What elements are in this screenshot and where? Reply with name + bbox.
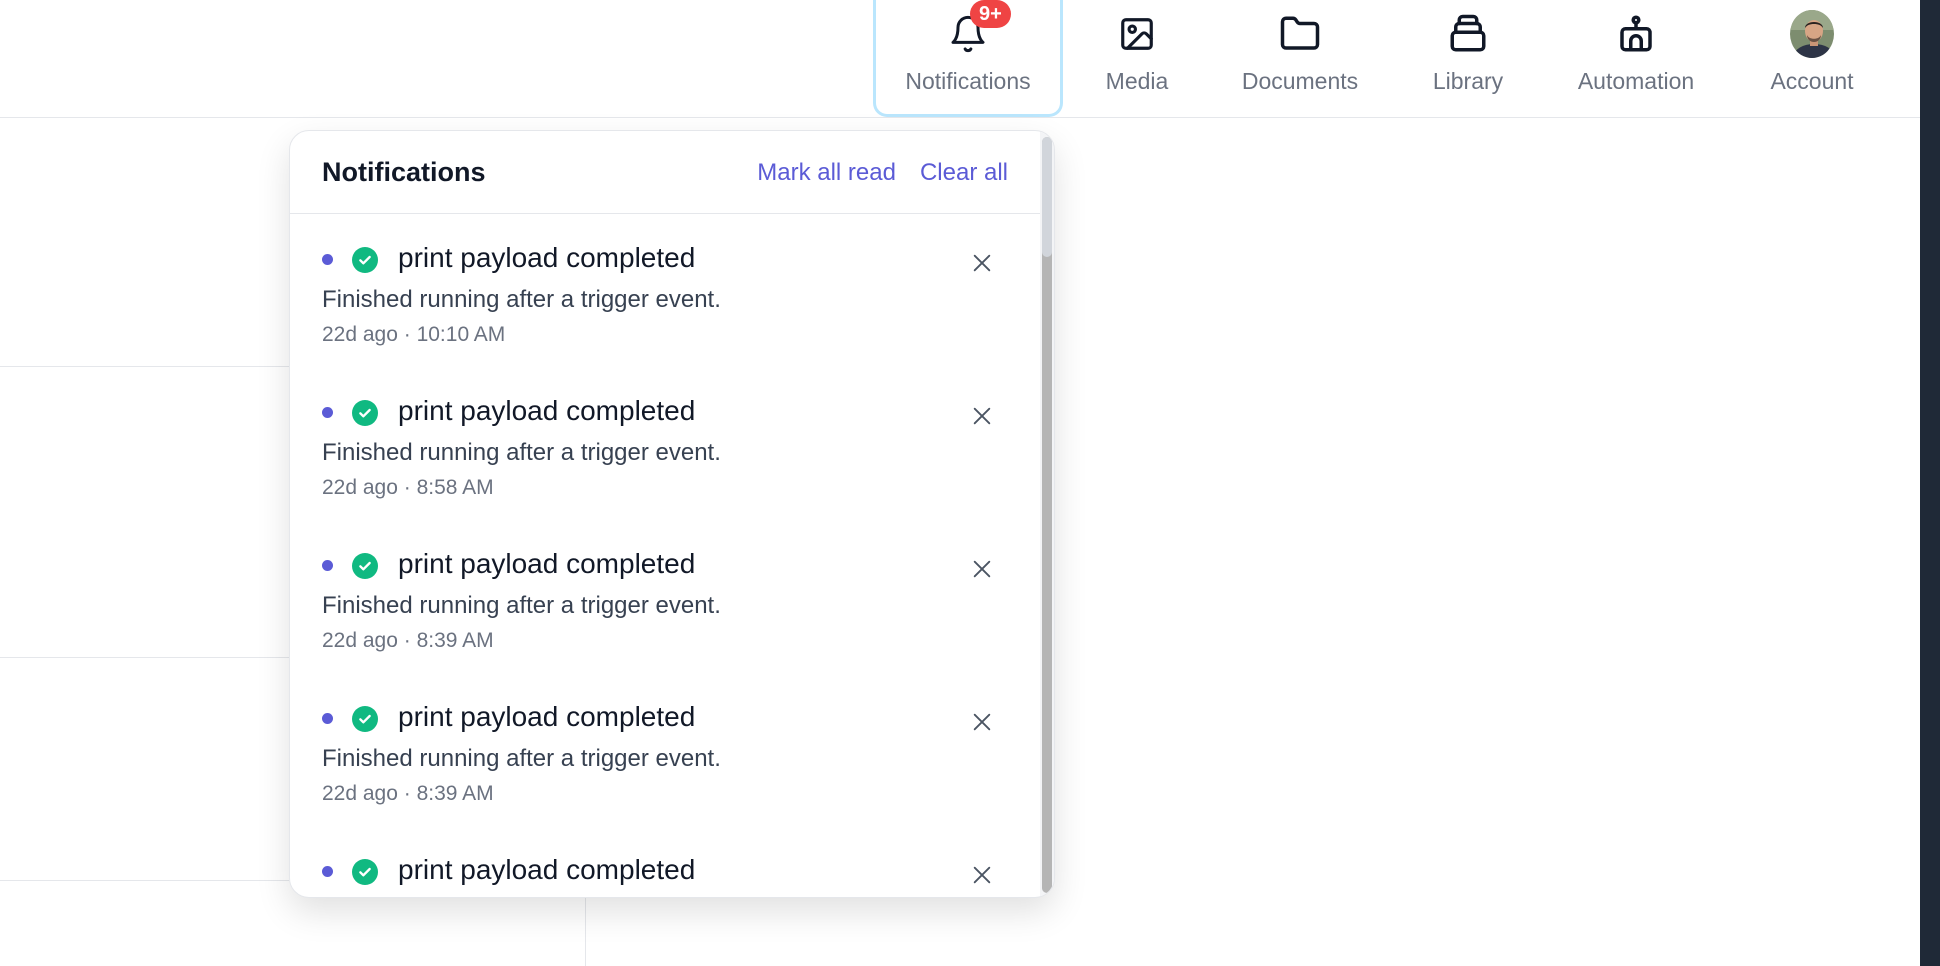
unread-indicator [322, 866, 333, 877]
notification-time: 22d ago · 10:10 AM [322, 323, 506, 346]
notification-body: Finished running after a trigger event. [322, 745, 721, 772]
nav-library[interactable]: Library [1413, 0, 1523, 117]
success-check-icon [352, 400, 378, 426]
unread-indicator [322, 254, 333, 265]
notification-item[interactable]: print payload completed Finished running… [290, 367, 1040, 520]
image-icon [1115, 12, 1159, 56]
success-check-icon [352, 706, 378, 732]
dismiss-icon[interactable] [969, 862, 995, 888]
background-divider [0, 880, 289, 881]
mark-all-read-button[interactable]: Mark all read [757, 159, 896, 187]
scrollbar-thumb-highlight [1042, 137, 1052, 257]
notification-time: 22d ago · 8:58 AM [322, 476, 494, 499]
notification-title: print payload completed [398, 701, 696, 732]
top-navigation: 9+ Notifications Media Documents Library… [0, 0, 1920, 118]
notification-time: 22d ago · 8:39 AM [322, 629, 494, 652]
nav-account[interactable]: Account [1760, 0, 1864, 117]
notification-title: print payload completed [398, 854, 696, 885]
nav-label: Library [1432, 68, 1504, 94]
nav-label: Media [1105, 68, 1169, 94]
unread-indicator [322, 713, 333, 724]
popover-title: Notifications [322, 157, 486, 187]
nav-documents[interactable]: Documents [1225, 0, 1375, 117]
dismiss-icon[interactable] [969, 709, 995, 735]
notification-title: print payload completed [398, 395, 696, 426]
notification-count-badge: 9+ [970, 0, 1011, 28]
background-divider [0, 657, 289, 658]
nav-automation[interactable]: Automation [1565, 0, 1707, 117]
nav-label: Documents [1241, 68, 1359, 94]
dismiss-icon[interactable] [969, 250, 995, 276]
nav-media[interactable]: Media [1087, 0, 1187, 117]
popover-header: Notifications Mark all read Clear all [290, 131, 1040, 214]
notification-title: print payload completed [398, 548, 696, 579]
notification-item[interactable]: print payload completed Finished running… [290, 673, 1040, 826]
popover-scrollbar[interactable] [1040, 131, 1054, 897]
notification-body: Finished running after a trigger event. [322, 592, 721, 619]
avatar [1790, 10, 1834, 58]
unread-indicator [322, 560, 333, 571]
background-divider [0, 366, 289, 367]
notification-body: Finished running after a trigger event. [322, 439, 721, 466]
window-edge [1920, 0, 1940, 966]
bell-icon: 9+ [946, 0, 1011, 56]
nav-label: Account [1770, 68, 1854, 94]
notification-body: Finished running after a trigger event. [322, 286, 721, 313]
clear-all-button[interactable]: Clear all [920, 159, 1008, 187]
stack-icon [1446, 12, 1490, 56]
nav-notifications[interactable]: 9+ Notifications [873, 0, 1063, 117]
notification-time: 22d ago · 8:39 AM [322, 782, 494, 805]
nav-label: Notifications [905, 68, 1031, 94]
success-check-icon [352, 859, 378, 885]
notification-title: print payload completed [398, 242, 696, 273]
dismiss-icon[interactable] [969, 403, 995, 429]
robot-icon [1614, 12, 1658, 56]
notification-item[interactable]: print payload completed [290, 826, 1040, 897]
nav-label: Automation [1577, 68, 1695, 94]
dismiss-icon[interactable] [969, 556, 995, 582]
folder-icon [1278, 12, 1322, 56]
notification-item[interactable]: print payload completed Finished running… [290, 520, 1040, 673]
notifications-popover: Notifications Mark all read Clear all pr… [289, 130, 1055, 898]
unread-indicator [322, 407, 333, 418]
notification-list[interactable]: print payload completed Finished running… [290, 214, 1040, 897]
notification-item[interactable]: print payload completed Finished running… [290, 214, 1040, 367]
success-check-icon [352, 247, 378, 273]
success-check-icon [352, 553, 378, 579]
